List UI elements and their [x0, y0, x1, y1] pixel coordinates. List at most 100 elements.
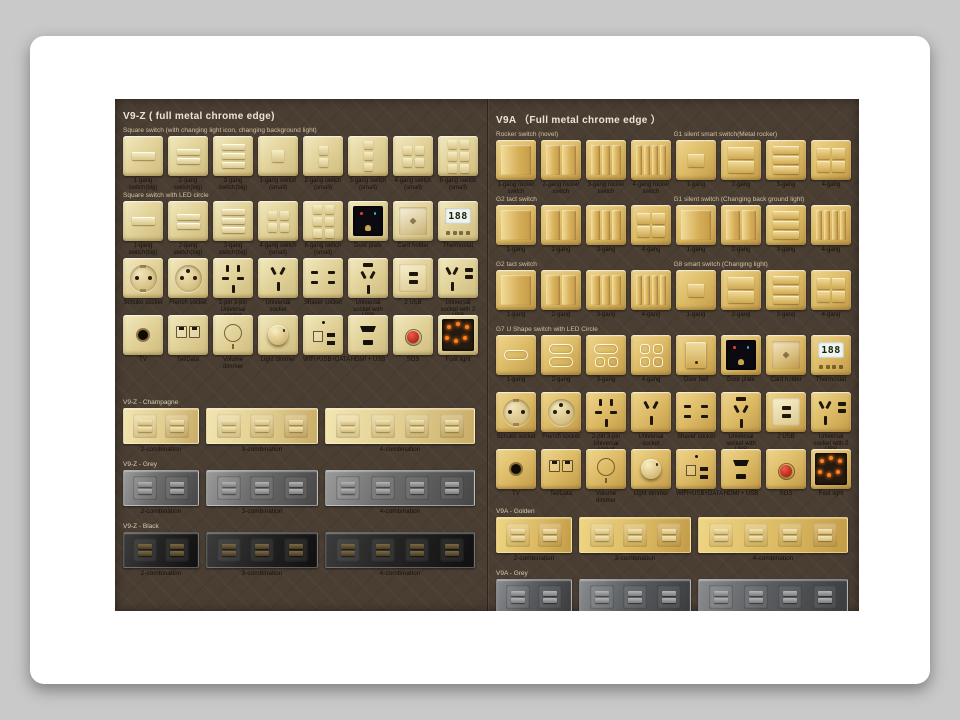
module-key: [445, 489, 459, 494]
tile-caption: 1-gang rocker switch: [496, 182, 536, 194]
slot: [226, 265, 229, 272]
product-tile: 2-gang switch (small): [303, 136, 343, 190]
tile-face: [123, 136, 163, 176]
switch-key: [773, 231, 799, 239]
product-tile: 4-gang: [631, 335, 671, 389]
app-background: V9-Z ( full metal chrome edge) Square sw…: [0, 0, 960, 720]
tile-face: [676, 392, 716, 432]
module-key: [255, 551, 269, 556]
tile-caption: 2-gang: [541, 247, 581, 259]
switch-key: [222, 209, 245, 215]
strip-panel: [206, 408, 318, 444]
product-tile: Universal socket: [631, 392, 671, 446]
switch-key: [403, 146, 412, 155]
product-tile: Universal socket with USB: [348, 258, 388, 312]
switch-key: [681, 210, 711, 240]
french-socket-icon: [548, 399, 575, 426]
jack-notch: [192, 327, 197, 330]
pin-hole: [180, 276, 184, 280]
switch-key: [832, 210, 838, 240]
tile-caption: 1-gang: [676, 247, 716, 259]
tile-face: [631, 392, 671, 432]
door-plate-screen-icon: [353, 206, 383, 236]
shaver-socket-icon: [303, 258, 343, 298]
data-jack: [189, 326, 200, 338]
tile-caption: Foot light: [438, 357, 478, 369]
tile-face: [541, 140, 581, 180]
tile-face: [631, 205, 671, 245]
switch-key: [448, 152, 457, 161]
module-key: [662, 529, 676, 534]
tile-row: 1-gang switch(big)2-gang switch(big)3-ga…: [123, 201, 479, 255]
tile-caption: Thermostat: [438, 243, 478, 255]
rk-1-keys: [501, 210, 531, 240]
tile-caption: 2-pin 3-pin Universal socket: [213, 300, 253, 312]
knob-dot: [283, 329, 286, 332]
product-tile: 1-gang switch(big): [123, 136, 163, 190]
tile-face: [303, 258, 343, 298]
switch-key: [460, 152, 469, 161]
section-subtitle-left: G7 U Shape switch with LED Circle: [496, 326, 674, 333]
switch-key: [636, 145, 642, 175]
product-tile: 188Thermostat: [811, 335, 851, 389]
card-holder-icon: [399, 207, 427, 235]
module-key: [714, 591, 728, 596]
tile-face: [631, 335, 671, 375]
red-button: [407, 331, 419, 343]
usb-slot: [327, 333, 335, 337]
switch-key: [177, 214, 200, 220]
tile-face: [676, 205, 716, 245]
product-tile: 1-gang: [496, 335, 536, 389]
switch-key: [501, 210, 531, 240]
combination-strip: 4-combination: [325, 408, 475, 453]
section-subtitle-row: G2 tact switchG8 smart switch (Changing …: [496, 261, 851, 268]
strip-module: [133, 414, 157, 438]
button: [819, 365, 823, 369]
switch-key: [313, 229, 322, 238]
product-tile: 1-gang switch(big): [123, 201, 163, 255]
tile-face: [168, 315, 208, 355]
slot: [595, 411, 602, 414]
module-key: [410, 420, 424, 425]
tile-caption: Volume dimmer: [213, 357, 253, 369]
tile-face: [496, 270, 536, 310]
product-tile: 3-gang switch(big): [213, 136, 253, 190]
product-tile: 2 USB: [393, 258, 433, 312]
strip-panel: [325, 532, 475, 568]
universal-socket-icon: [631, 392, 671, 432]
tile-face: [496, 140, 536, 180]
slot: [328, 271, 335, 274]
product-tile: Card holder: [393, 201, 433, 255]
universal-socket-icon: [258, 258, 298, 298]
combination-strip: 3-combination: [206, 408, 318, 453]
shaver-socket-icon: [676, 392, 716, 432]
switch-key: [268, 211, 277, 220]
slot: [610, 399, 613, 406]
module-key: [595, 536, 609, 541]
switch-key: [832, 278, 845, 289]
strip-module: [744, 585, 768, 609]
module-key: [341, 427, 355, 432]
product-tile: 2-pin 3-pin Universal socket: [213, 258, 253, 312]
product-tile: Door plate: [721, 335, 761, 389]
slot: [367, 285, 370, 294]
product-tile: 1-gang: [676, 270, 716, 324]
strip-row: 2-combination3-combination4-combination: [496, 517, 851, 562]
usb-slot: [736, 474, 746, 479]
switch-key: [594, 344, 618, 354]
tile-face: [213, 136, 253, 176]
module-key: [341, 551, 355, 556]
led-dot: [456, 322, 460, 326]
usb-slot: [782, 406, 791, 410]
tile-caption: 6-gang switch (small): [303, 243, 343, 255]
module-key: [170, 427, 184, 432]
tile-caption: Door plate: [348, 243, 388, 255]
strip-module: [250, 538, 274, 562]
tile-face: [766, 335, 806, 375]
column-body-v9z: Square switch (with changing light icon,…: [123, 127, 479, 577]
usb-slot: [363, 263, 373, 267]
tile-caption: Foot light: [811, 491, 851, 503]
switch-key: [177, 149, 200, 155]
red-button: [780, 465, 792, 477]
module-key: [170, 544, 184, 549]
